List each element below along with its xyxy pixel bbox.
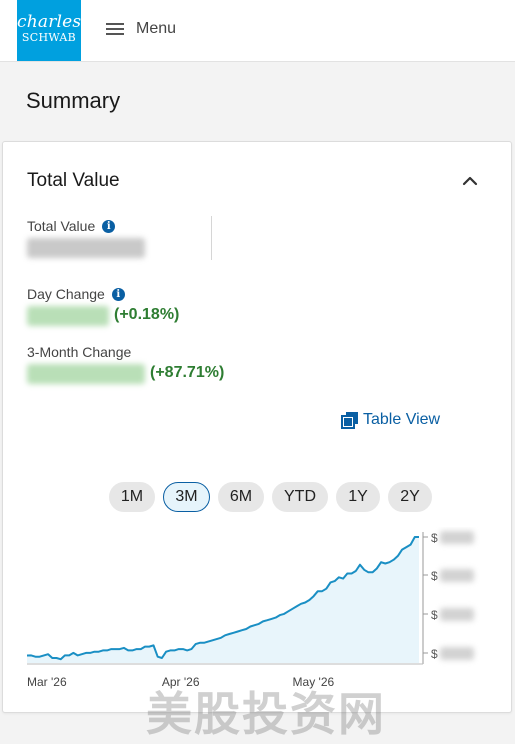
period-button-3m[interactable]: 3M (163, 482, 210, 512)
period-button-1y[interactable]: 1Y (336, 482, 380, 512)
info-icon[interactable]: i (111, 287, 125, 301)
day-change-label-row: Day Change i (27, 286, 125, 302)
y-tick-value-masked (440, 608, 474, 621)
time-period-selector: 1M 3M 6M YTD 1Y 2Y (109, 482, 440, 512)
area-fill (27, 537, 419, 663)
three-month-change-amount (27, 364, 145, 384)
y-tick-label: $ (431, 569, 438, 583)
logo-text-line2: SCHWAB (21, 31, 77, 44)
three-month-change-label-row: 3-Month Change (27, 344, 131, 360)
table-view-link[interactable]: Table View (341, 411, 440, 429)
y-tick-label: $ (431, 608, 438, 622)
period-button-2y[interactable]: 2Y (388, 482, 432, 512)
x-tick-label: Mar '26 (27, 675, 67, 689)
day-change-percent: (+0.18%) (114, 306, 180, 323)
hamburger-icon (106, 22, 124, 36)
day-change-label: Day Change (27, 286, 105, 302)
info-icon[interactable]: i (102, 219, 116, 233)
logo-text-line1: charles (17, 12, 82, 32)
day-change-amount (27, 306, 109, 326)
y-tick-label: $ (431, 531, 438, 545)
copy-icon (341, 412, 358, 429)
y-tick-value-masked (440, 569, 474, 582)
period-button-ytd[interactable]: YTD (272, 482, 328, 512)
top-bar: charles SCHWAB Menu (0, 0, 515, 62)
y-tick-value-masked (440, 531, 474, 544)
divider (211, 216, 212, 260)
total-value-label-row: Total Value i (27, 218, 116, 234)
period-button-6m[interactable]: 6M (218, 482, 264, 512)
total-value-card: Total Value Total Value i Day Change i (… (2, 141, 512, 741)
total-value-amount (27, 238, 145, 258)
total-value-label: Total Value (27, 218, 96, 234)
three-month-change-label: 3-Month Change (27, 344, 132, 360)
page-title: Summary (26, 88, 121, 113)
y-tick-value-masked (440, 647, 474, 660)
value-area-chart: $$$$Mar '26 Apr '26 May '26 (27, 531, 474, 689)
watermark-text: 美股投资网 (146, 687, 386, 741)
table-view-label: Table View (363, 411, 441, 428)
y-tick-label: $ (431, 647, 438, 661)
schwab-logo[interactable]: charles SCHWAB (17, 0, 81, 61)
card-title: Total Value (27, 170, 120, 191)
menu-label: Menu (136, 20, 177, 37)
menu-button[interactable]: Menu (106, 17, 176, 41)
period-button-1m[interactable]: 1M (109, 482, 155, 512)
chevron-up-icon[interactable] (461, 174, 479, 186)
three-month-change-percent: (+87.71%) (150, 364, 225, 381)
